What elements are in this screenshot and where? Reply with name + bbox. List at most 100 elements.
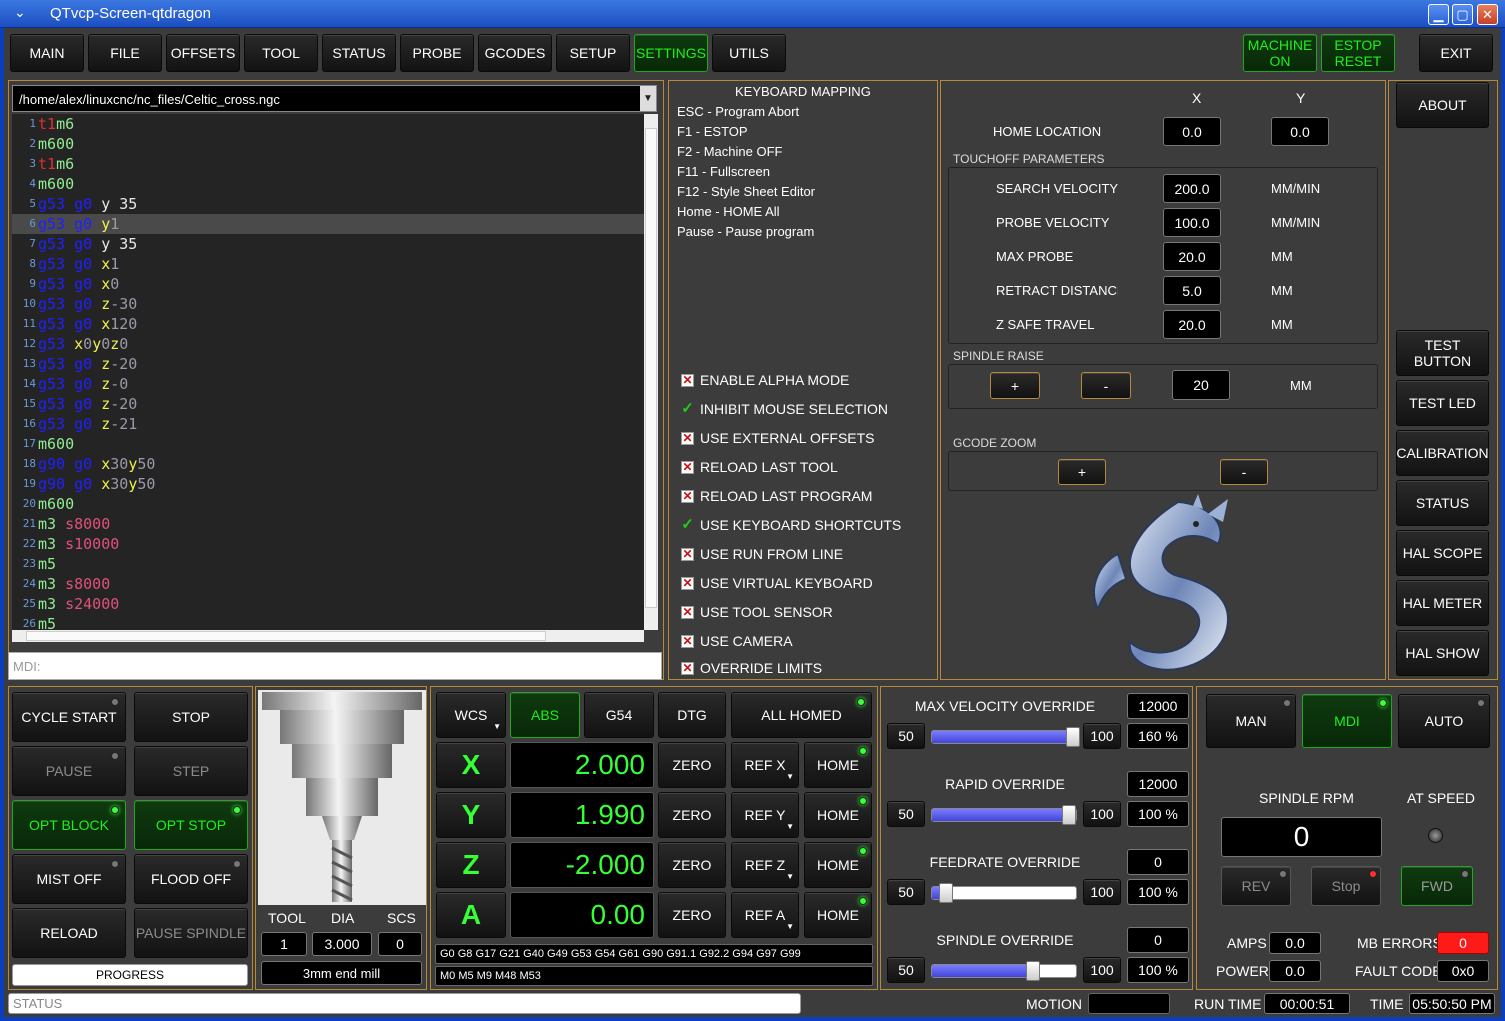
chevron-down-icon[interactable]: ▼ [640,86,656,111]
editor-vscrollbar[interactable] [644,114,658,630]
option-use-keyboard-shortcuts[interactable]: ✓ USE KEYBOARD SHORTCUTS [681,517,901,534]
side-button-hal-meter[interactable]: HAL METER [1396,580,1489,626]
pause-spindle-button[interactable]: PAUSE SPINDLE [134,908,248,958]
tab-setup[interactable]: SETUP [556,34,630,72]
maximize-icon[interactable]: ▢ [1452,4,1473,25]
checkbox-icon[interactable]: ✕ [681,661,694,675]
tab-settings[interactable]: SETTINGS [634,34,708,72]
zoom-in-button[interactable]: + [1058,459,1106,485]
override-slider[interactable] [931,961,1077,981]
reload-button[interactable]: RELOAD [12,908,126,958]
slider-knob[interactable] [939,883,954,903]
home-y-button[interactable]: HOME [804,792,872,838]
slider-knob[interactable] [1025,961,1040,981]
checkbox-icon[interactable]: ✓ [681,517,694,532]
zero-z-button[interactable]: ZERO [658,842,726,888]
stop-button[interactable]: STOP [134,692,248,742]
checkbox-icon[interactable]: ✕ [681,576,694,590]
override-min-button[interactable]: 50 [887,879,925,905]
spindle-stop-button[interactable]: Stop [1311,866,1381,906]
home-x-button[interactable]: HOME [804,742,872,788]
zero-a-button[interactable]: ZERO [658,892,726,938]
checkbox-icon[interactable]: ✕ [681,460,694,474]
option-use-run-from-line[interactable]: ✕ USE RUN FROM LINE [681,546,843,562]
window-menu-icon[interactable]: ⌄ [14,4,26,21]
override-min-button[interactable]: 50 [887,957,925,983]
override-max-button[interactable]: 100 [1083,801,1121,827]
side-button-about[interactable]: ABOUT [1396,82,1489,128]
tab-tool[interactable]: TOOL [244,34,318,72]
wcs-button[interactable]: WCS ▼ [436,692,506,738]
machine-on-button[interactable]: MACHINE ON [1243,34,1317,72]
param-input[interactable]: 200.0 [1163,174,1221,203]
spindle-raise-input[interactable]: 20 [1172,370,1230,400]
axis-select-a[interactable]: A [436,892,506,938]
param-input[interactable]: 100.0 [1163,208,1221,237]
cycle-start-button[interactable]: CYCLE START [12,692,126,742]
mdi-input[interactable]: MDI: [8,652,662,680]
pause-button[interactable]: PAUSE [12,746,126,796]
override-max-button[interactable]: 100 [1083,957,1121,983]
override-min-button[interactable]: 50 [887,801,925,827]
g54-button[interactable]: G54 [584,692,654,738]
override-max-button[interactable]: 100 [1083,723,1121,749]
side-button-calibration[interactable]: CALIBRATION [1396,430,1489,476]
override-slider[interactable] [931,727,1081,747]
checkbox-icon[interactable]: ✕ [681,489,694,503]
zoom-out-button[interactable]: - [1220,459,1268,485]
mode-mdi-button[interactable]: MDI [1302,694,1392,748]
mode-auto-button[interactable]: AUTO [1398,694,1490,748]
abs-button[interactable]: ABS [510,692,580,738]
ref-x-button[interactable]: REF X ▼ [731,742,799,788]
spindle-rev-button[interactable]: REV [1221,866,1291,906]
ref-y-button[interactable]: REF Y ▼ [731,792,799,838]
side-button-status[interactable]: STATUS [1396,480,1489,526]
axis-select-x[interactable]: X [436,742,506,788]
option-use-external-offsets[interactable]: ✕ USE EXTERNAL OFFSETS [681,430,875,446]
spindle-fwd-button[interactable]: FWD [1401,866,1473,906]
estop-reset-button[interactable]: ESTOP RESET [1321,34,1395,72]
checkbox-icon[interactable]: ✕ [681,547,694,561]
opt-block-button[interactable]: OPT BLOCK [12,800,126,850]
tab-main[interactable]: MAIN [10,34,84,72]
dtg-button[interactable]: DTG [658,692,726,738]
home-x-input[interactable]: 0.0 [1163,117,1221,146]
gcode-editor[interactable]: 1 t1 m6 2 m600 3 t1 m6 4 m600 5 g53 g0 y 35 6 g53 g0 … [12,114,644,630]
checkbox-icon[interactable]: ✕ [681,373,694,387]
tab-probe[interactable]: PROBE [400,34,474,72]
checkbox-icon[interactable]: ✕ [681,431,694,445]
option-override-limits[interactable]: ✕ OVERRIDE LIMITS [681,660,822,676]
param-input[interactable]: 20.0 [1163,310,1221,339]
home-z-button[interactable]: HOME [804,842,872,888]
checkbox-icon[interactable]: ✕ [681,634,694,648]
raise-minus-button[interactable]: - [1081,372,1131,399]
option-reload-last-program[interactable]: ✕ RELOAD LAST PROGRAM [681,488,872,504]
option-use-camera[interactable]: ✕ USE CAMERA [681,633,793,649]
raise-plus-button[interactable]: + [990,372,1040,399]
opt-stop-button[interactable]: OPT STOP [134,800,248,850]
axis-select-z[interactable]: Z [436,842,506,888]
option-use-virtual-keyboard[interactable]: ✕ USE VIRTUAL KEYBOARD [681,575,873,591]
file-path-combo[interactable]: /home/alex/linuxcnc/nc_files/Celtic_cros… [12,85,657,112]
param-input[interactable]: 5.0 [1163,276,1221,305]
side-button-hal-show[interactable]: HAL SHOW [1396,630,1489,676]
side-button-test-button[interactable]: TEST BUTTON [1396,330,1489,376]
home-a-button[interactable]: HOME [804,892,872,938]
checkbox-icon[interactable]: ✓ [681,401,694,416]
option-reload-last-tool[interactable]: ✕ RELOAD LAST TOOL [681,459,838,475]
checkbox-icon[interactable]: ✕ [681,605,694,619]
ref-z-button[interactable]: REF Z ▼ [731,842,799,888]
override-min-button[interactable]: 50 [887,723,925,749]
tab-offsets[interactable]: OFFSETS [166,34,240,72]
axis-select-y[interactable]: Y [436,792,506,838]
param-input[interactable]: 20.0 [1163,242,1221,271]
side-button-test-led[interactable]: TEST LED [1396,380,1489,426]
tab-status[interactable]: STATUS [322,34,396,72]
home-y-input[interactable]: 0.0 [1271,117,1329,146]
exit-button[interactable]: EXIT [1419,34,1493,72]
zero-x-button[interactable]: ZERO [658,742,726,788]
tab-utils[interactable]: UTILS [712,34,786,72]
tab-gcodes[interactable]: GCODES [478,34,552,72]
minimize-icon[interactable]: ▁ [1428,4,1449,25]
override-slider[interactable] [931,805,1077,825]
